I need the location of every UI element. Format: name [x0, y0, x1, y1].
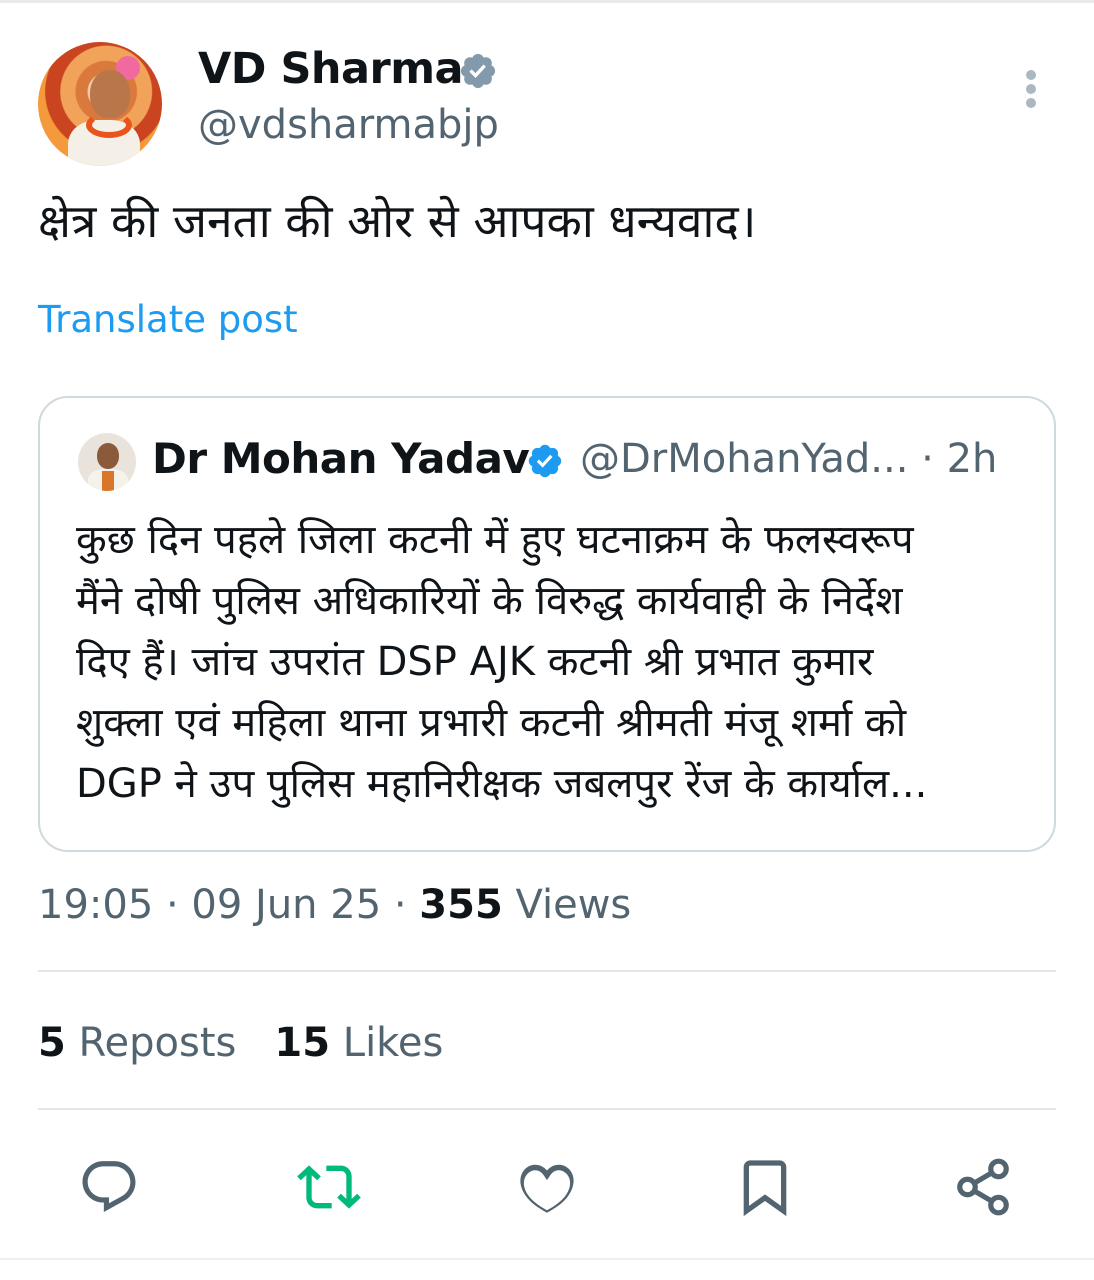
reposts-stat[interactable]: 5 Reposts	[38, 1020, 236, 1066]
repost-button[interactable]	[296, 1154, 362, 1220]
likes-count: 15	[274, 1020, 331, 1066]
quoted-author-name[interactable]: Dr Mohan Yadav	[152, 434, 530, 483]
avatar-face	[90, 70, 130, 118]
reposts-count: 5	[38, 1020, 66, 1066]
quoted-author-avatar[interactable]	[78, 433, 136, 491]
more-dot	[1026, 98, 1036, 108]
more-dot	[1026, 84, 1036, 94]
quoted-author-handle-time[interactable]: @DrMohanYad... · 2h	[580, 436, 997, 482]
quoted-text-line: मैंने दोषी पुलिस अधिकारियों के विरुद्ध क…	[76, 578, 903, 624]
likes-stat[interactable]: 15 Likes	[274, 1020, 443, 1066]
author-name[interactable]: VD Sharma	[198, 44, 464, 94]
share-icon	[957, 1158, 1009, 1216]
views-count: 355	[419, 882, 503, 928]
quoted-text-line: शुक्ला एवं महिला थाना प्रभारी कटनी श्रीम…	[76, 700, 907, 746]
verified-badge-icon	[460, 53, 496, 89]
more-dot	[1026, 70, 1036, 80]
more-options-icon[interactable]	[1016, 66, 1046, 112]
quoted-text-line: दिए हैं। जांच उपरांत DSP AJK कटनी श्री प…	[76, 639, 874, 685]
author-avatar[interactable]	[38, 42, 162, 166]
quoted-text-line: कुछ दिन पहले जिला कटनी में हुए घटनाक्रम …	[76, 517, 914, 563]
bottom-divider	[0, 1258, 1094, 1260]
share-button[interactable]	[950, 1154, 1016, 1220]
top-divider	[0, 0, 1094, 3]
avatar-face	[97, 443, 119, 469]
tweet-text: क्षेत्र की जनता की ओर से आपका धन्यवाद।	[38, 194, 757, 248]
divider	[38, 1108, 1056, 1110]
quoted-text-line: DGP ने उप पुलिस महानिरीक्षक जबलपुर रेंज …	[76, 761, 928, 807]
engagement-stats: 5 Reposts 15 Likes	[38, 1020, 443, 1066]
bookmark-icon	[743, 1160, 787, 1217]
post-meta: 19:05 · 09 Jun 25 · 355 Views	[38, 882, 631, 928]
translate-post-link[interactable]: Translate post	[38, 298, 298, 341]
quoted-post-text: कुछ दिन पहले जिला कटनी में हुए घटनाक्रम …	[76, 510, 1036, 815]
likes-label: Likes	[330, 1020, 444, 1066]
divider	[38, 970, 1056, 972]
avatar-vest	[102, 471, 114, 491]
reply-icon	[82, 1161, 136, 1213]
views-label: Views	[502, 882, 632, 928]
bookmark-button[interactable]	[732, 1154, 798, 1220]
avatar-garland	[86, 112, 132, 138]
repost-icon	[297, 1165, 361, 1209]
quoted-post-card[interactable]: Dr Mohan Yadav @DrMohanYad... · 2h कुछ द…	[38, 396, 1056, 852]
author-handle[interactable]: @vdsharmabjp	[198, 102, 499, 148]
like-icon	[520, 1164, 574, 1213]
like-button[interactable]	[514, 1154, 580, 1220]
reply-button[interactable]	[76, 1154, 142, 1220]
post-timestamp[interactable]: 19:05 · 09 Jun 25 ·	[38, 882, 419, 928]
verified-badge-icon	[528, 444, 562, 478]
reposts-label: Reposts	[65, 1020, 237, 1066]
